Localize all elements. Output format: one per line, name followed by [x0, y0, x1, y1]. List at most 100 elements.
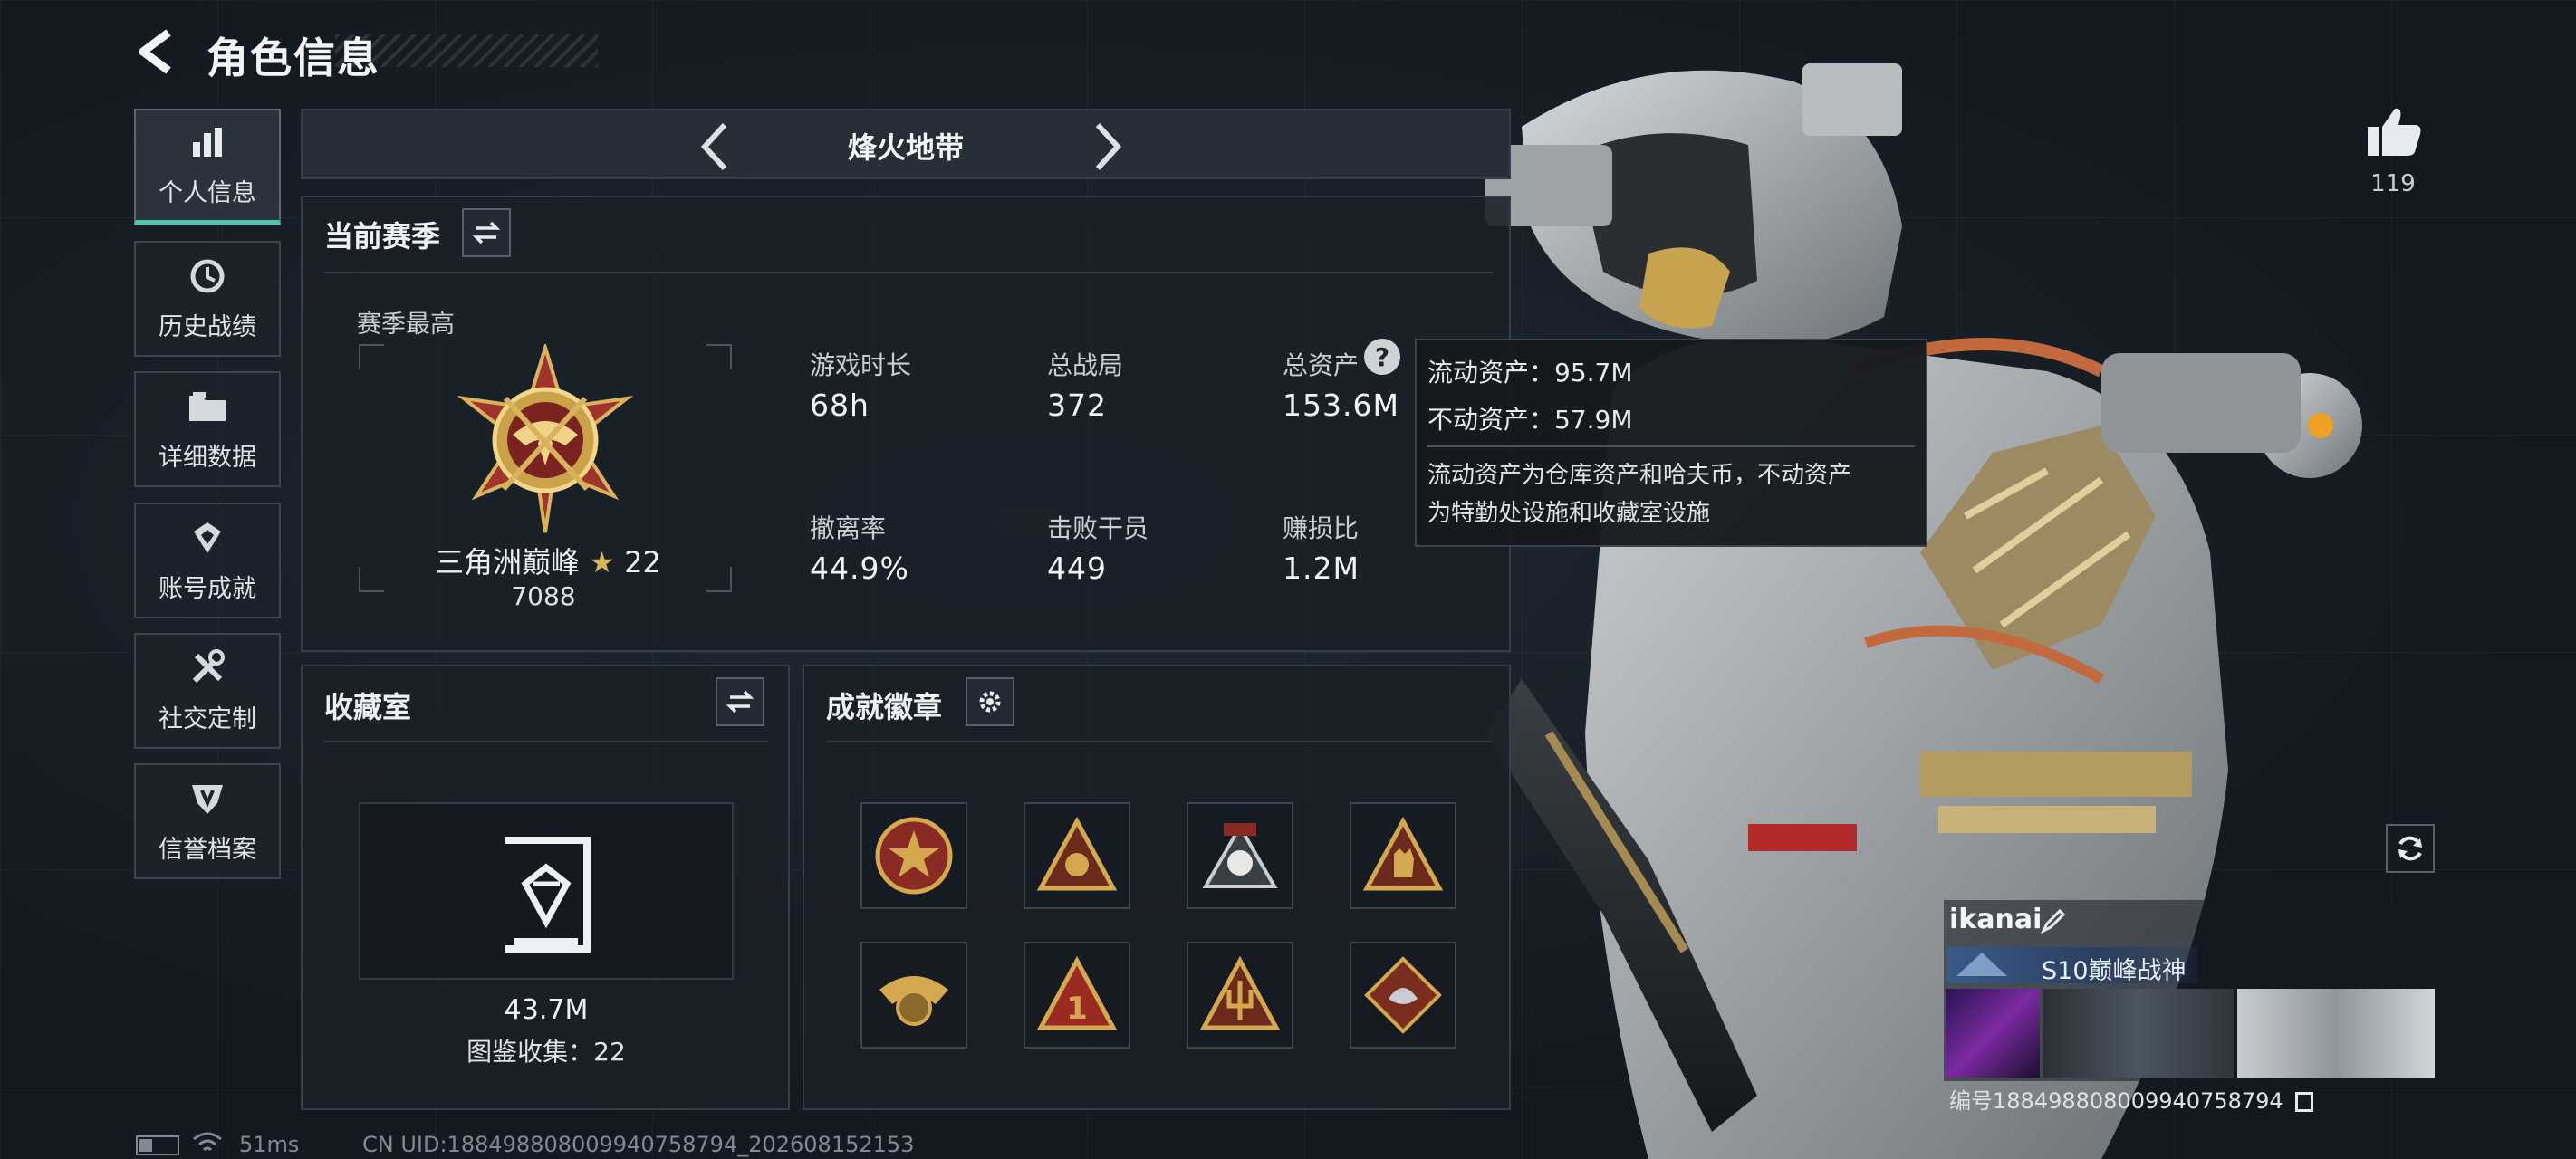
badge-slot[interactable]: 1 — [1024, 942, 1130, 1049]
sidebar-item-personal-info[interactable]: 个人信息 — [134, 109, 281, 225]
player-title: S10巅峰战神 — [2042, 957, 2187, 985]
rank-stars: 22 — [624, 545, 661, 580]
badge-eagle-gold-icon — [879, 976, 948, 1026]
mode-selector: 烽火地带 — [301, 109, 1511, 179]
frame-corner — [706, 344, 732, 369]
swap-icon — [473, 221, 500, 244]
frame-corner — [359, 344, 384, 369]
stat-value: 68h — [810, 388, 870, 423]
collection-count: 图鉴收集：22 — [466, 1037, 626, 1067]
tooltip-desc-line1: 流动资产为仓库资产和哈夫币，不动资产 — [1427, 462, 1852, 489]
tooltip-fixed-assets: 不动资产：57.9M — [1427, 405, 1633, 435]
divider — [324, 272, 1493, 273]
banner-image-squad[interactable] — [2043, 989, 2234, 1078]
collection-value: 43.7M — [504, 994, 589, 1026]
badge-triangle-skull-icon — [1036, 816, 1118, 891]
battery-icon — [136, 1135, 179, 1155]
sidebar-item-label: 详细数据 — [159, 443, 256, 472]
title-badge: S10巅峰战神 — [1947, 947, 2197, 985]
sidebar-item-label: 社交定制 — [159, 704, 256, 733]
rank-info: 三角洲巅峰 ★ 22 — [426, 540, 670, 581]
rank-emblem-icon — [457, 344, 634, 533]
asset-help-button[interactable]: ? — [1364, 339, 1400, 375]
thumbs-up-icon[interactable] — [2366, 105, 2422, 158]
stat-label: 击败干员 — [1047, 513, 1149, 543]
title-emblem-icon — [1956, 953, 2007, 976]
copy-icon[interactable] — [2295, 1092, 2314, 1112]
back-arrow-icon[interactable] — [132, 27, 181, 76]
shield-icon — [187, 779, 227, 819]
star-icon: ★ — [589, 545, 615, 580]
swap-icon — [726, 690, 754, 714]
achievement-icon — [187, 518, 227, 558]
sidebar-item-credit[interactable]: 信誉档案 — [134, 763, 281, 879]
sidebar-item-label: 账号成就 — [159, 574, 256, 603]
folder-icon — [187, 387, 227, 426]
rank-score: 7088 — [511, 581, 576, 611]
stat-label: 赚损比 — [1283, 513, 1360, 543]
badge-slot[interactable] — [1350, 942, 1456, 1049]
badge-star-medal-icon — [875, 817, 953, 895]
gear-icon — [979, 691, 1001, 713]
tooltip-desc-line2: 为特勤处设施和收藏室设施 — [1427, 500, 1711, 527]
player-uid: 编号18849880800994075879​4 — [1949, 1083, 2314, 1115]
stat-value: 372 — [1047, 388, 1107, 423]
next-mode-arrow-icon[interactable] — [1089, 120, 1125, 174]
sidebar-item-achievements[interactable]: 账号成就 — [134, 503, 281, 618]
player-uid-text: 编号18849880800994075879​4 — [1949, 1088, 2283, 1114]
stat-label: 总战局 — [1047, 350, 1124, 380]
badge-slot[interactable] — [1187, 802, 1293, 909]
sidebar-item-history[interactable]: 历史战绩 — [134, 241, 281, 357]
player-name: ikanai — [1949, 904, 2043, 935]
badge-slot[interactable] — [1350, 802, 1456, 909]
stat-value: 153.6M — [1283, 388, 1399, 423]
showcase-icon — [505, 837, 591, 953]
question-icon: ? — [1374, 341, 1390, 372]
badge-slot[interactable] — [860, 802, 967, 909]
stat-value: 44.9% — [810, 551, 909, 586]
divider — [1427, 445, 1915, 447]
svg-text:1: 1 — [1066, 991, 1088, 1027]
tooltip-liquid-assets: 流动资产：95.7M — [1427, 358, 1633, 388]
badge-skull-crown-icon — [1202, 822, 1278, 888]
banner-image-battle[interactable] — [2237, 989, 2435, 1078]
sidebar-item-social[interactable]: 社交定制 — [134, 633, 281, 749]
badges-title: 成就徽章 — [826, 690, 943, 724]
stat-value: 1.2M — [1283, 551, 1360, 586]
collection-switch-button[interactable] — [716, 677, 764, 726]
stat-value: 449 — [1047, 551, 1107, 586]
uid-text: CN UID:18849880800994075879​4_2026081521… — [362, 1132, 915, 1157]
bar-chart-icon — [187, 122, 227, 162]
season-best-label: 赛季最高 — [357, 311, 455, 339]
badge-slot[interactable] — [860, 942, 967, 1049]
history-icon — [187, 256, 227, 296]
sidebar-item-label: 个人信息 — [159, 179, 256, 207]
sidebar-item-label: 历史战绩 — [159, 312, 256, 341]
stat-label: 总资产 — [1283, 350, 1360, 380]
badges-settings-button[interactable] — [966, 677, 1014, 726]
mode-name: 烽火地带 — [847, 130, 964, 165]
stat-label: 撤离率 — [810, 513, 887, 543]
collection-title: 收藏室 — [324, 690, 412, 724]
stat-label: 游戏时长 — [810, 350, 912, 380]
banner-image-purple[interactable] — [1946, 989, 2040, 1078]
badge-dragon-diamond-icon — [1364, 956, 1442, 1034]
divider — [826, 741, 1493, 742]
ping-text: 51ms — [239, 1132, 300, 1157]
likes-count: 119 — [2370, 170, 2416, 197]
edit-icon[interactable] — [2040, 907, 2067, 934]
divider — [324, 741, 768, 742]
badge-triangle-trident-icon — [1199, 955, 1281, 1030]
refresh-button[interactable] — [2386, 824, 2435, 873]
wifi-icon — [193, 1132, 222, 1152]
badge-slot[interactable] — [1187, 942, 1293, 1049]
tools-icon — [187, 648, 227, 688]
frame-corner — [706, 567, 732, 592]
frame-corner — [359, 567, 384, 592]
season-switch-button[interactable] — [462, 208, 511, 257]
refresh-icon — [2398, 836, 2422, 861]
sidebar-item-detail-data[interactable]: 详细数据 — [134, 371, 281, 487]
badge-slot[interactable] — [1024, 802, 1130, 909]
season-title: 当前赛季 — [324, 219, 441, 254]
title-decoration — [335, 34, 598, 67]
